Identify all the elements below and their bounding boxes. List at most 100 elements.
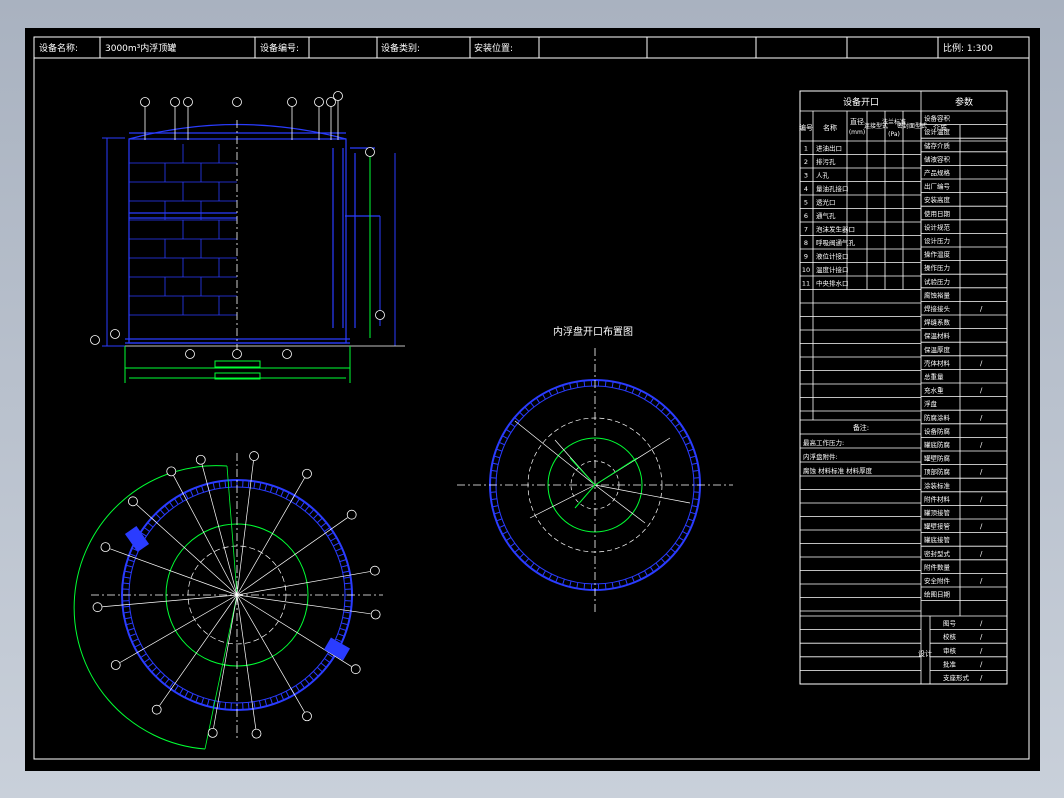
param-label: 产品规格 bbox=[924, 168, 951, 177]
notes-label: 备注: bbox=[853, 423, 869, 432]
callout-balloon bbox=[375, 310, 385, 320]
param-slash: / bbox=[980, 441, 983, 449]
cad-drawing: 设备名称: 3000m³内浮顶罐 设备编号: 设备类别: 安装位置: 比例: 1… bbox=[33, 36, 1030, 760]
sign-row-label: 批准 bbox=[943, 659, 957, 668]
callout-balloon bbox=[183, 97, 193, 107]
equipment-name-value: 3000m³内浮顶罐 bbox=[105, 42, 176, 54]
param-slash: / bbox=[980, 523, 983, 531]
param-label: 设备容积 bbox=[924, 114, 951, 123]
nozzle-no: 1 bbox=[804, 145, 808, 153]
callout-balloon bbox=[90, 335, 100, 345]
sign-row-label: 校核 bbox=[943, 632, 957, 641]
callout-balloon bbox=[92, 602, 103, 613]
param-label: 罐壁防腐 bbox=[924, 454, 951, 463]
sign-row-label: 审核 bbox=[943, 646, 957, 655]
nozzle-name: 液位计接口 bbox=[816, 252, 849, 261]
col-dn-unit: (mm) bbox=[849, 129, 865, 136]
param-label: 罐底接管 bbox=[924, 535, 951, 544]
nozzle-no: 2 bbox=[804, 158, 808, 166]
param-label: 总重量 bbox=[924, 372, 944, 381]
note-2: 内浮盘附件: bbox=[803, 452, 838, 461]
sign-row-label: 支座形式 bbox=[943, 673, 970, 682]
callout-balloon bbox=[170, 97, 180, 107]
nozzle-name: 泡沫发生器口 bbox=[816, 225, 855, 234]
nozzle-no: 7 bbox=[804, 226, 808, 234]
nozzle-schedule-table: 设备开口 参数编号 名称直径(mm)连接型式法兰标准(Pa)密封面型式 介质1 进油出口… bbox=[799, 90, 1008, 685]
param-label: 密封型式 bbox=[924, 549, 951, 558]
nozzle-name: 呼吸阀通气孔 bbox=[816, 238, 856, 247]
param-label: 腐蚀裕量 bbox=[924, 290, 951, 299]
param-label: 设计压力 bbox=[924, 236, 950, 245]
col-dn: 直径 bbox=[850, 117, 864, 126]
nozzle-no: 10 bbox=[802, 266, 810, 274]
callout-balloon bbox=[185, 349, 195, 359]
callout-balloon bbox=[232, 97, 242, 107]
float-plan-title: 内浮盘开口布置图 bbox=[553, 325, 633, 338]
col-no: 编号 bbox=[799, 123, 813, 132]
param-label: 充水重 bbox=[924, 386, 944, 395]
param-slash: / bbox=[980, 305, 983, 313]
param-label: 焊缝系数 bbox=[924, 318, 951, 327]
callout-balloon bbox=[249, 451, 259, 461]
param-label: 保温材料 bbox=[924, 331, 951, 340]
nozzle-no: 6 bbox=[804, 212, 808, 220]
param-slash: / bbox=[980, 577, 983, 585]
note-1: 最高工作压力: bbox=[803, 438, 844, 447]
nozzle-name: 透光口 bbox=[816, 198, 836, 207]
header-params: 参数 bbox=[955, 96, 973, 108]
callout-balloon bbox=[207, 727, 218, 738]
sign-slash: / bbox=[980, 674, 983, 682]
callout-balloon bbox=[302, 468, 312, 479]
tank-plan-view bbox=[73, 451, 383, 750]
param-label: 储液容积 bbox=[924, 154, 951, 163]
float-roof-plan: 内浮盘开口布置图 bbox=[457, 325, 733, 613]
param-slash: / bbox=[980, 359, 983, 367]
param-label: 罐底防腐 bbox=[924, 440, 951, 449]
param-label: 储存介质 bbox=[924, 141, 951, 150]
param-label: 试验压力 bbox=[924, 277, 950, 286]
nozzle-name: 排污孔 bbox=[816, 157, 836, 166]
callout-balloon bbox=[314, 97, 324, 107]
tank-elevation-view bbox=[90, 91, 405, 383]
nozzle-no: 8 bbox=[804, 239, 808, 247]
callout-balloon bbox=[110, 329, 120, 339]
param-slash: / bbox=[980, 414, 983, 422]
callout-balloon bbox=[140, 97, 150, 107]
param-label: 绘图日期 bbox=[924, 590, 951, 599]
callout-balloon bbox=[110, 660, 121, 670]
sign-slash: / bbox=[980, 633, 983, 641]
callout-balloon bbox=[195, 454, 206, 465]
param-label: 使用日期 bbox=[924, 209, 951, 218]
callout-balloon bbox=[365, 147, 375, 157]
param-label: 安装高度 bbox=[924, 195, 951, 204]
col-seal: 密封面型式 bbox=[897, 122, 927, 130]
equipment-no-label: 设备编号: bbox=[260, 42, 299, 54]
callout-balloon bbox=[282, 349, 292, 359]
header-openings: 设备开口 bbox=[843, 96, 879, 108]
sign-slash: / bbox=[980, 647, 983, 655]
param-slash: / bbox=[980, 468, 983, 476]
col-name: 名称 bbox=[823, 123, 837, 132]
nozzle-name: 人孔 bbox=[816, 172, 830, 180]
param-label: 顶部防腐 bbox=[924, 467, 951, 476]
nozzle-no: 3 bbox=[804, 172, 808, 180]
param-label: 设计规范 bbox=[924, 222, 951, 231]
category-label: 设备类别: bbox=[381, 42, 420, 54]
sign-row-label: 图号 bbox=[943, 620, 957, 628]
nozzle-no: 5 bbox=[804, 199, 808, 207]
drawing-sheet: 设备名称: 3000m³内浮顶罐 设备编号: 设备类别: 安装位置: 比例: 1… bbox=[25, 28, 1040, 771]
nozzle-no: 11 bbox=[802, 280, 810, 288]
param-label: 附件材料 bbox=[924, 494, 951, 503]
param-label: 设计温度 bbox=[924, 127, 951, 136]
callout-balloon bbox=[128, 496, 138, 507]
param-label: 设备防腐 bbox=[924, 426, 951, 435]
param-label: 保温厚度 bbox=[924, 345, 951, 354]
sign-slash: / bbox=[980, 660, 983, 668]
callout-balloon bbox=[333, 91, 343, 101]
callout-balloon bbox=[166, 466, 177, 477]
param-label: 防腐涂料 bbox=[924, 413, 951, 422]
callout-balloon bbox=[369, 565, 380, 576]
callout-balloon bbox=[151, 704, 162, 715]
col-flange-unit: (Pa) bbox=[888, 131, 900, 138]
callout-balloon bbox=[287, 97, 297, 107]
